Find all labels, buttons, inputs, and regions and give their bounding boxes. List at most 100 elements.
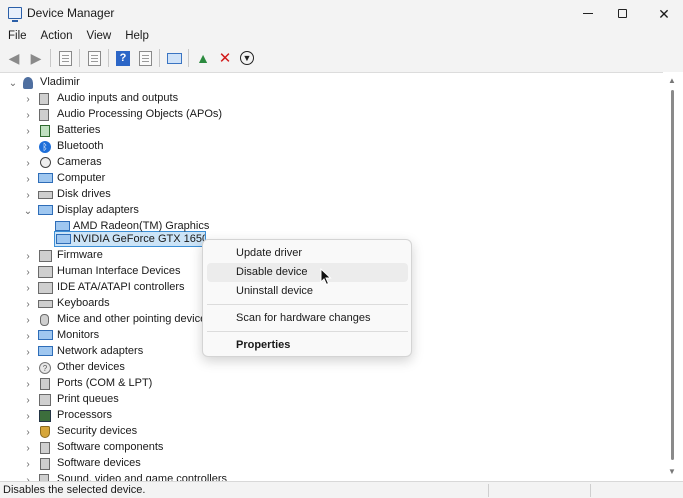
- maximize-icon: [617, 9, 627, 18]
- status-bar: Disables the selected device.: [0, 481, 683, 498]
- tree-item-label: Bluetooth: [57, 140, 104, 152]
- tree-item-label: Audio Processing Objects (APOs): [57, 108, 223, 120]
- chevron-down-icon[interactable]: ⌄: [23, 203, 33, 219]
- scroll-down-icon[interactable]: ▼: [668, 467, 676, 476]
- chevron-right-icon[interactable]: ›: [23, 472, 33, 482]
- menu-view[interactable]: View: [80, 27, 119, 46]
- bluetooth-icon: ᛒ: [39, 141, 51, 153]
- chevron-right-icon[interactable]: ›: [23, 376, 33, 392]
- chevron-right-icon[interactable]: ›: [23, 248, 33, 264]
- chevron-right-icon[interactable]: ›: [23, 344, 33, 360]
- chevron-right-icon[interactable]: ›: [23, 91, 33, 107]
- uninstall-icon[interactable]: ✕: [215, 48, 235, 68]
- chevron-right-icon[interactable]: ›: [23, 264, 33, 280]
- forward-icon[interactable]: ▶: [26, 48, 46, 68]
- disable-icon[interactable]: ▼: [237, 48, 257, 68]
- menu-file[interactable]: File: [0, 27, 34, 46]
- tree-item-label: Computer: [57, 172, 106, 184]
- tree-item-label: Keyboards: [57, 297, 110, 309]
- scrollbar-thumb[interactable]: [671, 90, 674, 460]
- close-button[interactable]: ✕: [642, 0, 683, 27]
- software-icon: [40, 442, 50, 454]
- tree-item-label: AMD Radeon(TM) Graphics: [73, 220, 210, 232]
- chevron-right-icon[interactable]: ›: [23, 187, 33, 203]
- tree-item-label: Print queues: [57, 393, 119, 405]
- camera-icon: [40, 157, 51, 168]
- unknown-device-icon: ?: [39, 362, 51, 374]
- menu-item-properties[interactable]: Properties: [207, 336, 408, 355]
- tree-item-label: Firmware: [57, 249, 103, 261]
- tree-item-label: Ports (COM & LPT): [57, 377, 153, 389]
- menu-item-disable-device[interactable]: Disable device: [207, 263, 408, 282]
- tree-item-label: NVIDIA GeForce GTX 1650 Ti: [73, 233, 205, 245]
- tree-item-label: Software devices: [57, 457, 141, 469]
- tree-item-label: Display adapters: [57, 204, 139, 216]
- chevron-down-icon[interactable]: ⌄: [8, 75, 18, 91]
- toolbar-separator: [79, 49, 80, 67]
- title-bar: Device Manager ✕: [0, 0, 683, 27]
- scroll-up-icon[interactable]: ▲: [668, 76, 676, 85]
- menu-action[interactable]: Action: [34, 27, 80, 46]
- chevron-right-icon[interactable]: ›: [23, 328, 33, 344]
- chevron-right-icon[interactable]: ›: [23, 296, 33, 312]
- computer-icon: [38, 173, 53, 183]
- tree-item-label: Audio inputs and outputs: [57, 92, 179, 104]
- tree-item-label: Security devices: [57, 425, 138, 437]
- tree-item-label: Processors: [57, 409, 113, 421]
- chevron-right-icon[interactable]: ›: [23, 139, 33, 155]
- menu-item-scan-hardware[interactable]: Scan for hardware changes: [207, 309, 408, 328]
- toolbar-separator: [159, 49, 160, 67]
- tree-item-label: Network adapters: [57, 345, 144, 357]
- close-icon: ✕: [658, 5, 670, 22]
- chevron-right-icon[interactable]: ›: [23, 456, 33, 472]
- toolbar: ◀ ▶ ? ▲ ✕ ▼: [0, 46, 683, 70]
- tree-item-label: Mice and other pointing devices: [57, 313, 212, 325]
- chevron-right-icon[interactable]: ›: [23, 312, 33, 328]
- status-text: Disables the selected device.: [3, 484, 146, 496]
- tree-item-label: Cameras: [57, 156, 102, 168]
- maximize-button[interactable]: [600, 0, 644, 27]
- chevron-right-icon[interactable]: ›: [23, 280, 33, 296]
- computer-user-icon: [23, 77, 33, 89]
- network-icon: [38, 346, 53, 356]
- run-icon[interactable]: [135, 48, 155, 68]
- battery-icon: [40, 125, 50, 137]
- toolbar-separator: [188, 49, 189, 67]
- device-manager-app-icon: [8, 7, 22, 22]
- back-icon[interactable]: ◀: [4, 48, 24, 68]
- chevron-right-icon[interactable]: ›: [23, 123, 33, 139]
- menu-separator: [207, 304, 408, 305]
- chevron-right-icon[interactable]: ›: [23, 408, 33, 424]
- minimize-icon: [583, 13, 593, 14]
- help-icon[interactable]: ?: [113, 48, 133, 68]
- console-tree-icon[interactable]: [84, 48, 104, 68]
- software-icon: [40, 458, 50, 470]
- display-adapter-icon: [55, 221, 70, 231]
- tree-item-nvidia-gtx[interactable]: NVIDIA GeForce GTX 1650 Ti: [0, 232, 205, 248]
- chevron-right-icon[interactable]: ›: [23, 107, 33, 123]
- chevron-right-icon[interactable]: ›: [23, 155, 33, 171]
- toolbar-separator: [108, 49, 109, 67]
- tree-item-label: Other devices: [57, 361, 125, 373]
- tree-item-label: Monitors: [57, 329, 100, 341]
- ide-icon: [38, 282, 53, 294]
- tree-item-label: Disk drives: [57, 188, 111, 200]
- tree-item-label: Sound, video and game controllers: [57, 473, 227, 481]
- chevron-right-icon[interactable]: ›: [23, 424, 33, 440]
- menu-item-update-driver[interactable]: Update driver: [207, 244, 408, 263]
- status-divider: [590, 484, 591, 497]
- menu-item-uninstall-device[interactable]: Uninstall device: [207, 282, 408, 301]
- tree-item-label: IDE ATA/ATAPI controllers: [57, 281, 185, 293]
- scan-hardware-icon[interactable]: [164, 48, 184, 68]
- chevron-right-icon[interactable]: ›: [23, 392, 33, 408]
- update-driver-icon[interactable]: ▲: [193, 48, 213, 68]
- menu-bar: File Action View Help: [0, 27, 683, 46]
- mouse-icon: [40, 314, 49, 326]
- chevron-right-icon[interactable]: ›: [23, 360, 33, 376]
- chevron-right-icon[interactable]: ›: [23, 171, 33, 187]
- chevron-right-icon[interactable]: ›: [23, 440, 33, 456]
- menu-help[interactable]: Help: [118, 27, 156, 46]
- speaker-icon: [39, 109, 49, 121]
- properties-pane-icon[interactable]: [55, 48, 75, 68]
- context-menu: Update driver Disable device Uninstall d…: [202, 239, 412, 357]
